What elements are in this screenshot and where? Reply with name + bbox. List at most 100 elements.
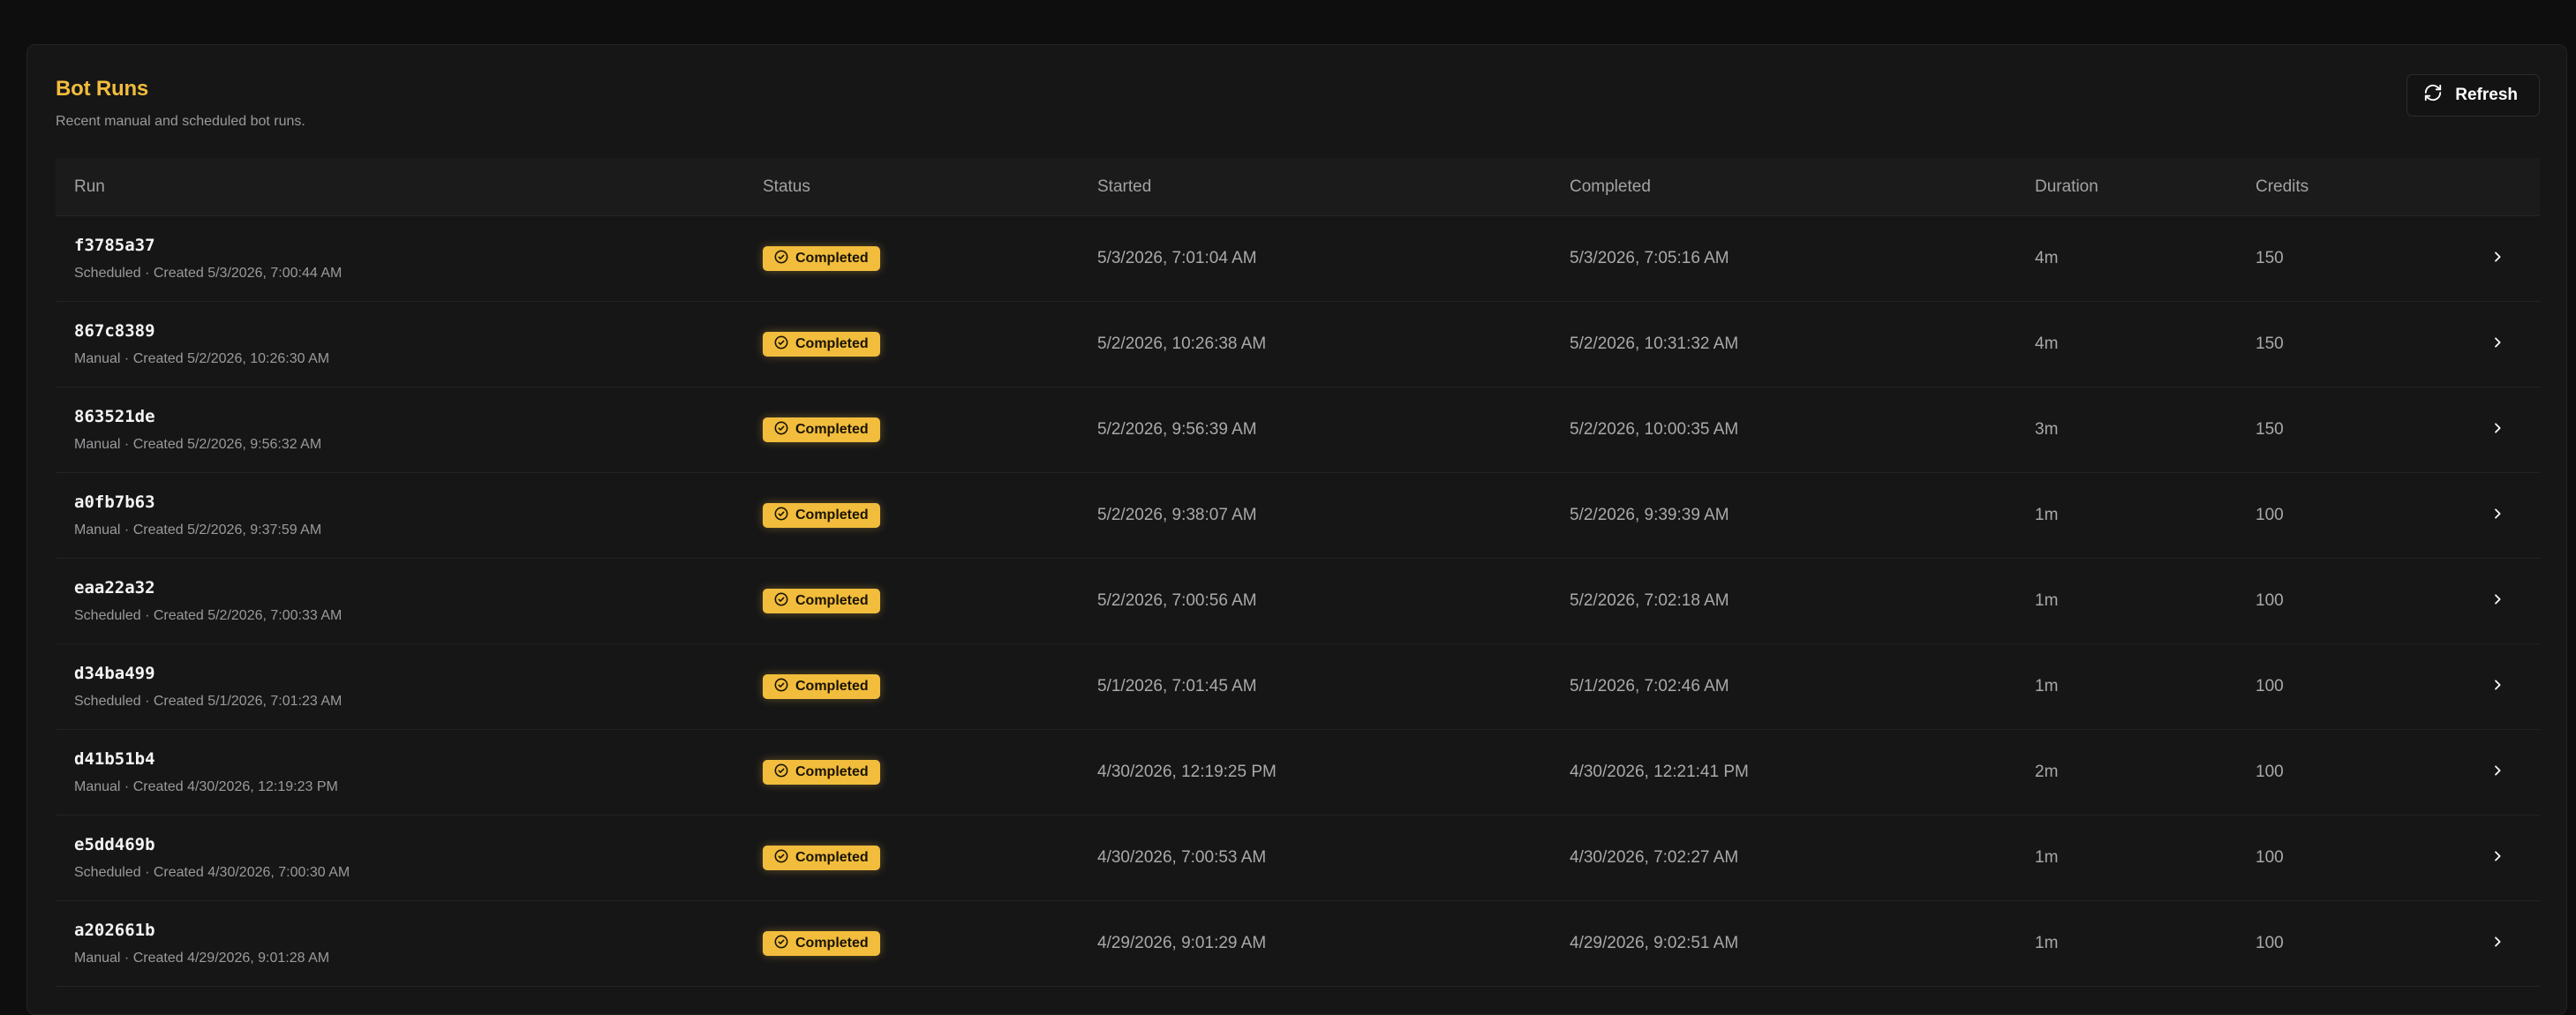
completed-cell: 5/2/2026, 10:31:32 AM [1570, 335, 1739, 353]
completed-cell: 5/2/2026, 10:00:35 AM [1570, 420, 1739, 439]
run-id: d41b51b4 [74, 749, 155, 769]
run-id: 863521de [74, 407, 155, 426]
table-row[interactable]: d34ba499 Scheduled · Created 5/1/2026, 7… [56, 644, 2540, 730]
status-badge: Completed [763, 931, 880, 956]
chevron-right-icon[interactable] [2490, 678, 2504, 696]
run-meta: Manual · Created 5/2/2026, 9:56:32 AM [74, 437, 322, 452]
run-id: f3785a37 [74, 236, 155, 255]
completed-cell: 5/2/2026, 9:39:39 AM [1570, 506, 1729, 524]
table-row[interactable]: 863521de Manual · Created 5/2/2026, 9:56… [56, 387, 2540, 473]
header-status: Status [763, 177, 810, 196]
chevron-right-icon[interactable] [2490, 421, 2504, 440]
credits-cell: 100 [2256, 677, 2284, 695]
run-meta: Scheduled · Created 4/30/2026, 7:00:30 A… [74, 865, 350, 880]
header-credits: Credits [2256, 177, 2309, 196]
table-row[interactable]: 867c8389 Manual · Created 5/2/2026, 10:2… [56, 302, 2540, 387]
started-cell: 5/2/2026, 9:56:39 AM [1097, 420, 1257, 439]
chevron-right-icon[interactable] [2490, 849, 2504, 868]
run-id: a0fb7b63 [74, 492, 155, 512]
card-title: Bot Runs [56, 77, 149, 101]
run-id: 867c8389 [74, 321, 155, 341]
run-meta: Manual · Created 5/2/2026, 9:37:59 AM [74, 523, 322, 538]
completed-cell: 5/1/2026, 7:02:46 AM [1570, 677, 1729, 695]
duration-cell: 1m [2035, 934, 2059, 952]
bot-runs-card: Bot Runs Recent manual and scheduled bot… [26, 44, 2567, 1015]
table-row[interactable]: a0fb7b63 Manual · Created 5/2/2026, 9:37… [56, 473, 2540, 559]
runs-table: Run Status Started Completed Duration Cr… [56, 158, 2540, 987]
table-row[interactable]: eaa22a32 Scheduled · Created 5/2/2026, 7… [56, 559, 2540, 644]
chevron-right-icon[interactable] [2490, 250, 2504, 268]
status-label: Completed [795, 936, 869, 951]
credits-cell: 150 [2256, 249, 2284, 267]
credits-cell: 100 [2256, 591, 2284, 610]
run-meta: Scheduled · Created 5/2/2026, 7:00:33 AM [74, 608, 343, 623]
check-circle-icon [774, 507, 788, 525]
status-label: Completed [795, 850, 869, 865]
run-meta: Manual · Created 4/30/2026, 12:19:23 PM [74, 779, 338, 794]
table-body: f3785a37 Scheduled · Created 5/3/2026, 7… [56, 216, 2540, 987]
run-id: d34ba499 [74, 664, 155, 683]
chevron-right-icon[interactable] [2490, 592, 2504, 611]
status-label: Completed [795, 251, 869, 266]
status-label: Completed [795, 422, 869, 437]
run-id: a202661b [74, 921, 155, 940]
check-circle-icon [774, 250, 788, 268]
status-badge: Completed [763, 846, 880, 870]
table-row[interactable]: d41b51b4 Manual · Created 4/30/2026, 12:… [56, 730, 2540, 816]
credits-cell: 100 [2256, 934, 2284, 952]
status-badge: Completed [763, 674, 880, 699]
duration-cell: 1m [2035, 591, 2059, 610]
status-label: Completed [795, 593, 869, 608]
started-cell: 4/30/2026, 7:00:53 AM [1097, 848, 1267, 867]
chevron-right-icon[interactable] [2490, 507, 2504, 525]
chevron-right-icon[interactable] [2490, 935, 2504, 953]
started-cell: 5/2/2026, 10:26:38 AM [1097, 335, 1267, 353]
check-circle-icon [774, 335, 788, 354]
table-row[interactable]: f3785a37 Scheduled · Created 5/3/2026, 7… [56, 216, 2540, 302]
duration-cell: 1m [2035, 677, 2059, 695]
duration-cell: 2m [2035, 763, 2059, 781]
status-badge: Completed [763, 332, 880, 357]
credits-cell: 100 [2256, 506, 2284, 524]
status-label: Completed [795, 508, 869, 523]
duration-cell: 4m [2035, 249, 2059, 267]
check-circle-icon [774, 678, 788, 696]
chevron-right-icon[interactable] [2490, 335, 2504, 354]
status-badge: Completed [763, 246, 880, 271]
duration-cell: 1m [2035, 506, 2059, 524]
started-cell: 5/2/2026, 7:00:56 AM [1097, 591, 1257, 610]
table-row[interactable]: e5dd469b Scheduled · Created 4/30/2026, … [56, 816, 2540, 901]
duration-cell: 4m [2035, 335, 2059, 353]
card-subtitle: Recent manual and scheduled bot runs. [56, 114, 305, 129]
check-circle-icon [774, 935, 788, 953]
completed-cell: 4/30/2026, 12:21:41 PM [1570, 763, 1749, 781]
started-cell: 5/3/2026, 7:01:04 AM [1097, 249, 1257, 267]
header-run: Run [74, 177, 105, 196]
header-duration: Duration [2035, 177, 2098, 196]
refresh-button[interactable]: Refresh [2407, 74, 2540, 117]
run-id: e5dd469b [74, 835, 155, 854]
table-row[interactable]: a202661b Manual · Created 4/29/2026, 9:0… [56, 901, 2540, 987]
header-completed: Completed [1570, 177, 1651, 196]
completed-cell: 4/29/2026, 9:02:51 AM [1570, 934, 1739, 952]
status-badge: Completed [763, 503, 880, 528]
status-badge: Completed [763, 417, 880, 442]
credits-cell: 100 [2256, 763, 2284, 781]
started-cell: 4/29/2026, 9:01:29 AM [1097, 934, 1267, 952]
started-cell: 5/2/2026, 9:38:07 AM [1097, 506, 1257, 524]
chevron-right-icon[interactable] [2490, 763, 2504, 782]
refresh-label: Refresh [2455, 86, 2518, 104]
completed-cell: 4/30/2026, 7:02:27 AM [1570, 848, 1739, 867]
started-cell: 4/30/2026, 12:19:25 PM [1097, 763, 1277, 781]
duration-cell: 3m [2035, 420, 2059, 439]
check-circle-icon [774, 421, 788, 440]
completed-cell: 5/3/2026, 7:05:16 AM [1570, 249, 1729, 267]
check-circle-icon [774, 592, 788, 611]
status-badge: Completed [763, 760, 880, 785]
run-id: eaa22a32 [74, 578, 155, 598]
refresh-icon [2423, 83, 2443, 108]
status-label: Completed [795, 679, 869, 694]
check-circle-icon [774, 849, 788, 868]
status-label: Completed [795, 764, 869, 779]
completed-cell: 5/2/2026, 7:02:18 AM [1570, 591, 1729, 610]
